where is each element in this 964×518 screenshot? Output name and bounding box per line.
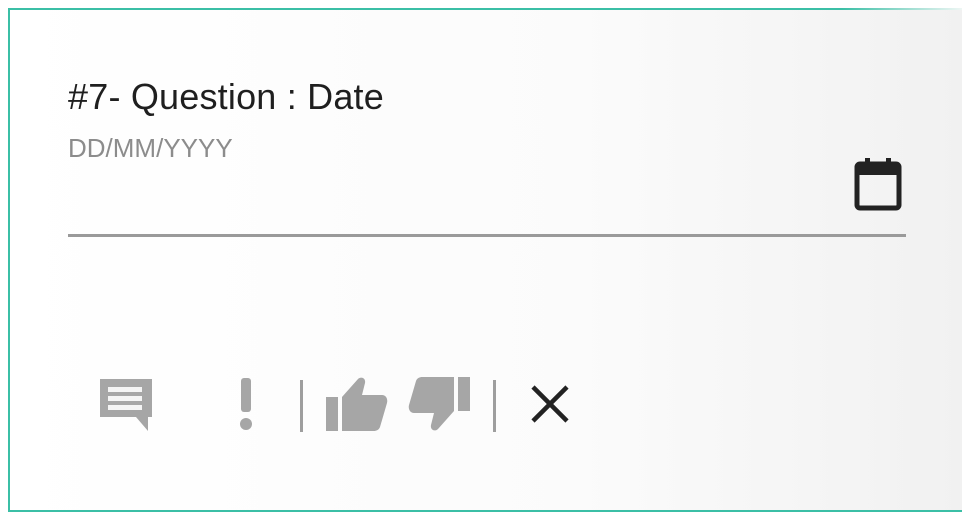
date-field-underline <box>68 234 906 237</box>
close-button[interactable] <box>514 370 586 442</box>
close-icon <box>529 383 571 430</box>
dislike-button[interactable] <box>403 370 475 442</box>
thumbs-down-icon <box>406 375 472 438</box>
separator <box>300 380 303 432</box>
like-button[interactable] <box>321 370 393 442</box>
date-field <box>68 128 906 238</box>
thumbs-up-icon <box>324 375 390 438</box>
calendar-button[interactable] <box>850 156 906 216</box>
calendar-icon <box>852 156 904 217</box>
separator <box>493 380 496 432</box>
date-input[interactable] <box>68 128 828 168</box>
comment-button[interactable] <box>90 370 162 442</box>
action-bar <box>90 366 586 446</box>
question-card: #7- Question : Date <box>8 8 962 512</box>
comment-icon <box>96 375 156 438</box>
exclamation-icon <box>236 376 256 437</box>
important-button[interactable] <box>210 370 282 442</box>
question-label: #7- Question : Date <box>68 76 384 117</box>
